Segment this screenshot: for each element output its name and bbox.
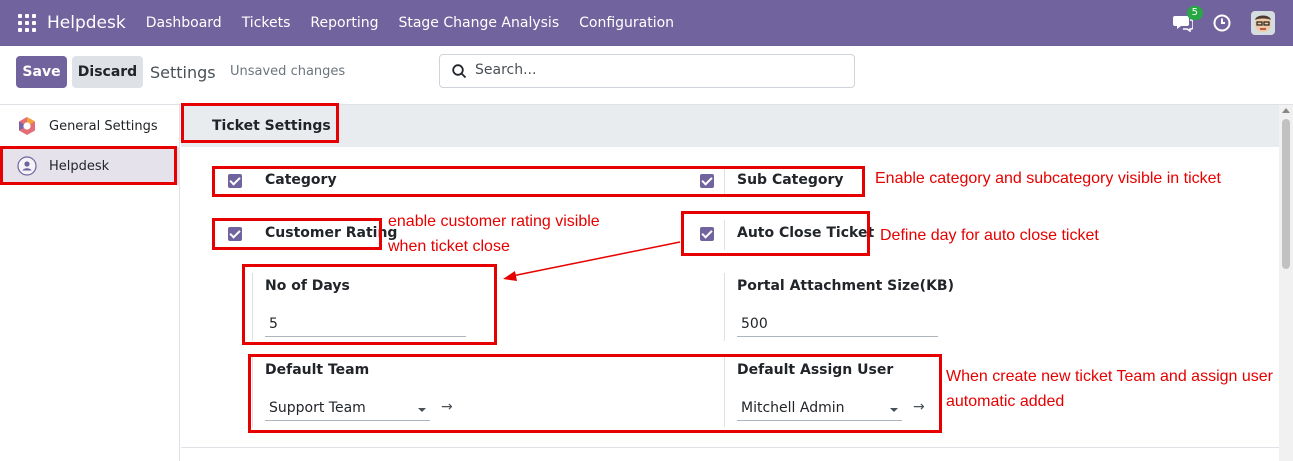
annotation-note-autoclose: Define day for auto close ticket [880,227,1099,244]
annotation-note-line: When create new ticket Team and assign u… [946,368,1273,385]
annotation-note-category: Enable category and subcategory visible … [875,170,1221,187]
annotation-note-line: when ticket close [388,238,510,255]
annotation-note-rating: enable customer rating visible when tick… [388,209,600,259]
annotation-note-line: enable customer rating visible [388,213,600,230]
annotation-note-line: automatic added [946,393,1065,410]
annotation-note-team: When create new ticket Team and assign u… [946,364,1273,414]
